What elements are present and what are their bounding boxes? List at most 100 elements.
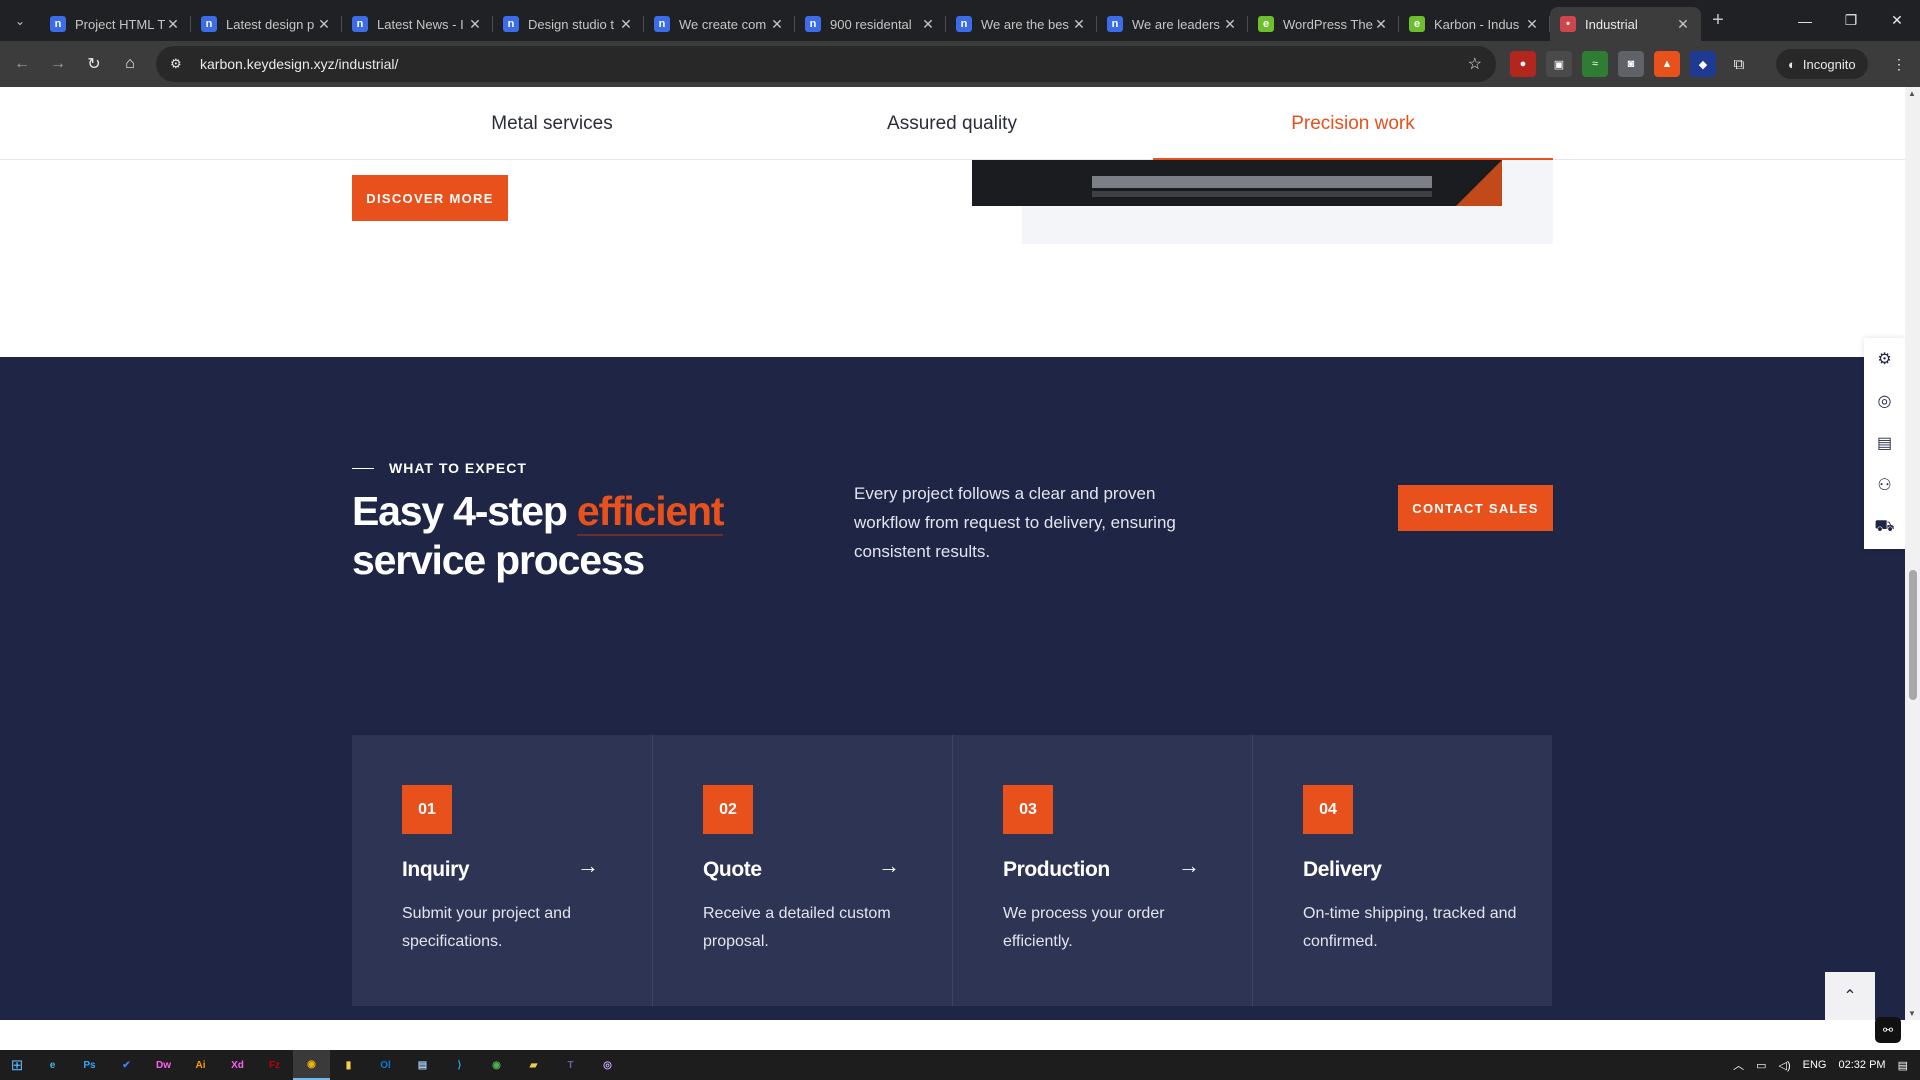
close-tab-icon[interactable]: ✕: [165, 16, 181, 33]
tab-title: Latest design p: [226, 16, 315, 32]
chrome-icon[interactable]: ◉: [293, 1050, 330, 1080]
tab-title: Design studio t: [528, 16, 614, 32]
tab-title: 900 residental: [830, 16, 912, 32]
close-tab-icon[interactable]: ✕: [316, 16, 332, 33]
close-tab-icon[interactable]: ✕: [1524, 16, 1540, 33]
close-tab-icon[interactable]: ✕: [1071, 16, 1087, 33]
extension-printer-icon[interactable]: ▣: [1546, 51, 1572, 77]
tab-title: Karbon - Indus: [1434, 16, 1520, 32]
tab-title: WordPress The: [1283, 16, 1373, 32]
feature-tabs: Metal services Assured quality Precision…: [0, 87, 1905, 161]
step-description: On-time shipping, tracked and confirmed.: [1303, 905, 1517, 950]
tab-assured-quality[interactable]: Assured quality: [752, 87, 1152, 160]
browser-menu-icon[interactable]: ⋮: [1892, 56, 1906, 73]
contact-sales-button[interactable]: CONTACT SALES: [1398, 485, 1553, 531]
close-tab-icon[interactable]: ✕: [1675, 16, 1691, 33]
close-tab-icon[interactable]: ✕: [618, 16, 634, 33]
support-icon[interactable]: ◎: [1864, 380, 1905, 422]
close-tab-icon[interactable]: ✕: [467, 16, 483, 33]
browser-tab[interactable]: n Latest design p ✕: [191, 7, 342, 41]
close-window-icon[interactable]: ✕: [1874, 0, 1920, 41]
chrome-icon-2[interactable]: ◉: [478, 1050, 515, 1080]
tab-precision-work[interactable]: Precision work: [1153, 87, 1553, 161]
outlook-icon[interactable]: Ol: [367, 1050, 404, 1080]
restore-icon[interactable]: ❐: [1828, 0, 1874, 41]
tab-search-menu-icon[interactable]: ⌄: [0, 0, 40, 41]
new-tab-button[interactable]: +: [1701, 9, 1735, 32]
notifications-icon[interactable]: ▤: [1898, 1059, 1908, 1072]
close-tab-icon[interactable]: ✕: [769, 16, 785, 33]
photoshop-icon[interactable]: Ps: [71, 1050, 108, 1080]
scroll-down-arrow-icon[interactable]: ▼: [1908, 1009, 1916, 1018]
vscode-icon[interactable]: ⟩: [441, 1050, 478, 1080]
browser-tab[interactable]: n Design studio t ✕: [493, 7, 644, 41]
close-tab-icon[interactable]: ✕: [920, 16, 936, 33]
minimize-icon[interactable]: —: [1782, 0, 1828, 41]
side-toolbar: ⚙ ◎ ▤ ⚇ ⛟: [1864, 338, 1905, 549]
cart-icon[interactable]: ⛟: [1864, 506, 1905, 548]
browser-tab[interactable]: n We are the bes ✕: [946, 7, 1097, 41]
browser-tab[interactable]: n Project HTML T ✕: [40, 7, 191, 41]
reload-icon[interactable]: ↻: [76, 46, 112, 82]
extensions-puzzle-icon[interactable]: ⧉: [1726, 51, 1752, 77]
floating-tool-icon[interactable]: ⚯: [1875, 1017, 1901, 1043]
tray-chevron-icon[interactable]: ︿: [1733, 1057, 1744, 1073]
todo-icon[interactable]: ✔: [108, 1050, 145, 1080]
extension-camera-icon[interactable]: ◙: [1618, 51, 1644, 77]
xd-icon[interactable]: Xd: [219, 1050, 256, 1080]
windows-taskbar: ⊞ e Ps ✔ Dw Ai Xd Fz ◉ ▮ Ol ▤ ⟩ ◉ ▰ T ◎ ︿ ▭ ◁) ENG 02:3…: [0, 1050, 1920, 1080]
process-step-card: 01 Inquiry → Submit your project and specif…: [352, 735, 652, 1006]
forward-icon[interactable]: →: [40, 46, 76, 82]
scrollbar-thumb[interactable]: [1909, 570, 1917, 700]
site-info-icon[interactable]: ⚙: [170, 56, 192, 72]
browser-tab[interactable]: n Latest News - I ✕: [342, 7, 493, 41]
close-tab-icon[interactable]: ✕: [1373, 16, 1389, 33]
scroll-up-arrow-icon[interactable]: ▲: [1908, 89, 1916, 98]
page-scrollbar[interactable]: ▲ ▼: [1905, 87, 1920, 1020]
back-icon[interactable]: ←: [4, 46, 40, 82]
extension-orange-icon[interactable]: ▲: [1654, 51, 1680, 77]
browser-tab[interactable]: n We are leaders ✕: [1097, 7, 1248, 41]
tab-title: Industrial: [1585, 16, 1638, 32]
network-icon[interactable]: ▭: [1756, 1059, 1766, 1072]
file-explorer-icon[interactable]: ▰: [515, 1050, 552, 1080]
sticky-notes-icon[interactable]: ▮: [330, 1050, 367, 1080]
scroll-to-top-button[interactable]: ⌃: [1825, 972, 1875, 1020]
extension-green-icon[interactable]: ≈: [1582, 51, 1608, 77]
clock[interactable]: 02:32 PM: [1839, 1059, 1886, 1071]
address-bar[interactable]: ⚙ karbon.keydesign.xyz/industrial/ ☆: [156, 46, 1496, 82]
bookmark-star-icon[interactable]: ☆: [1468, 54, 1482, 74]
gear-icon[interactable]: ⚙: [1864, 338, 1905, 380]
filezilla-icon[interactable]: Fz: [256, 1050, 293, 1080]
browser-tab[interactable]: n We create com ✕: [644, 7, 795, 41]
document-icon[interactable]: ▤: [1864, 422, 1905, 464]
extension-red-icon[interactable]: ●: [1510, 51, 1536, 77]
tab-metal-services[interactable]: Metal services: [352, 87, 752, 160]
home-icon[interactable]: ⌂: [112, 46, 148, 82]
github-icon[interactable]: ◎: [589, 1050, 626, 1080]
language-indicator[interactable]: ENG: [1803, 1059, 1827, 1071]
process-step-card: 04 Delivery On-time shipping, tracked and …: [1252, 735, 1552, 1006]
browser-tab[interactable]: n 900 residental ✕: [795, 7, 946, 41]
url-text[interactable]: karbon.keydesign.xyz/industrial/: [200, 56, 398, 72]
windows-start-icon[interactable]: ⊞: [0, 1056, 34, 1074]
dreamweaver-icon[interactable]: Dw: [145, 1050, 182, 1080]
users-icon[interactable]: ⚇: [1864, 464, 1905, 506]
incognito-indicator[interactable]: ◐ Incognito: [1776, 49, 1868, 79]
discover-more-button[interactable]: DISCOVER MORE: [352, 175, 508, 221]
browser-tab[interactable]: • Industrial ✕: [1550, 7, 1701, 41]
tab-title: Project HTML T: [75, 16, 165, 32]
extension-blue-icon[interactable]: ◆: [1690, 51, 1716, 77]
close-tab-icon[interactable]: ✕: [1222, 16, 1238, 33]
notion-n-icon: n: [956, 16, 972, 32]
teams-icon[interactable]: T: [552, 1050, 589, 1080]
notepad-icon[interactable]: ▤: [404, 1050, 441, 1080]
notion-n-icon: n: [352, 16, 368, 32]
volume-icon[interactable]: ◁): [1779, 1059, 1791, 1072]
section-headline: Easy 4-step efficient service process: [352, 487, 802, 585]
browser-tab[interactable]: e Karbon - Indus ✕: [1399, 7, 1550, 41]
illustrator-icon[interactable]: Ai: [182, 1050, 219, 1080]
browser-tab[interactable]: e WordPress The ✕: [1248, 7, 1399, 41]
tab-title: We are leaders: [1132, 16, 1220, 32]
edge-icon[interactable]: e: [34, 1050, 71, 1080]
